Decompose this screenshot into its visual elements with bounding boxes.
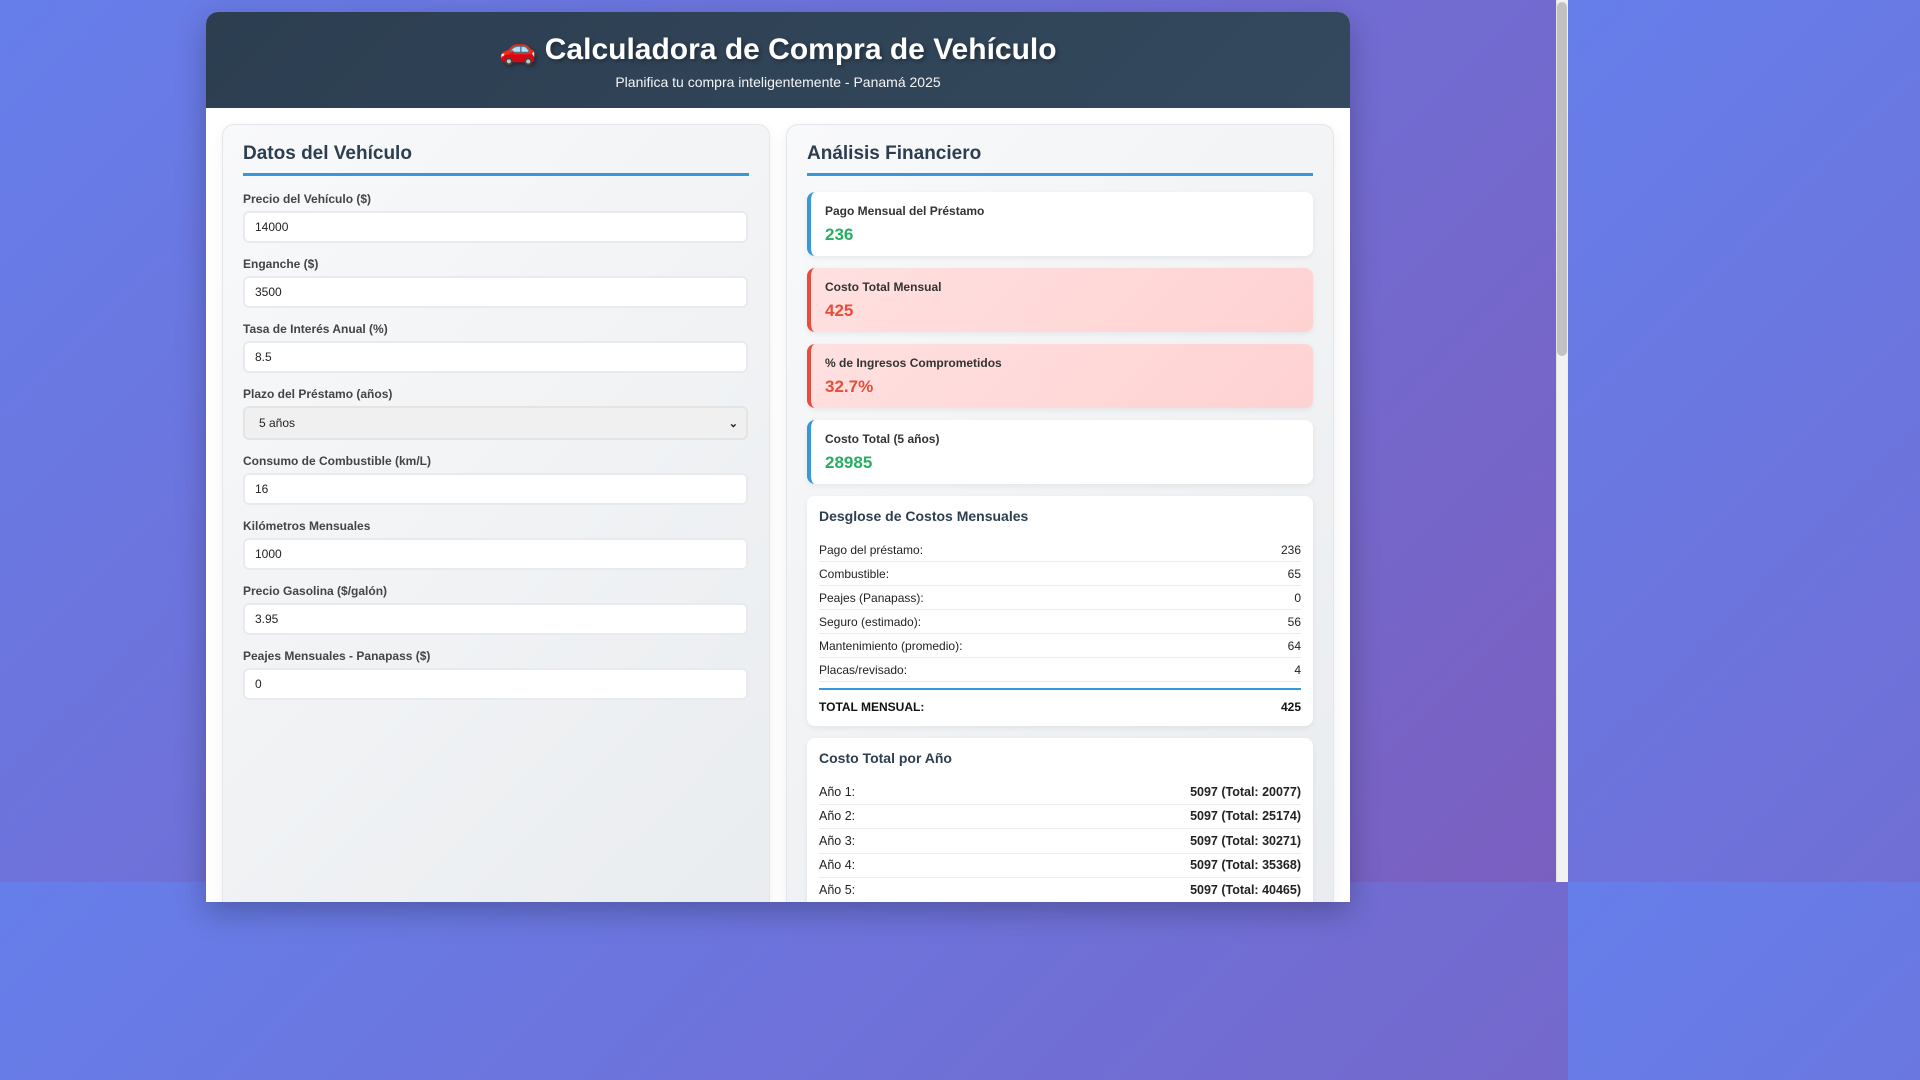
gas-price-input[interactable]	[243, 603, 748, 635]
monthly-km-input[interactable]	[243, 538, 748, 570]
breakdown-label: Peajes (Panapass):	[819, 590, 924, 605]
vehicle-panel-heading: Datos del Vehículo	[243, 143, 749, 176]
card-title: % de Ingresos Comprometidos	[825, 356, 1002, 370]
scrollbar-thumb[interactable]	[1557, 2, 1567, 356]
year-label: Año 4:	[819, 858, 856, 873]
yearly-row: Año 4: 5097 (Total: 35368)	[819, 854, 1301, 878]
year-label: Año 1:	[819, 784, 856, 799]
interest-rate-label: Tasa de Interés Anual (%)	[243, 322, 388, 336]
app-header: 🚗 Calculadora de Compra de Vehículo Plani…	[206, 12, 1350, 108]
total-value: 425	[1280, 700, 1301, 714]
card-value: 236	[825, 225, 854, 244]
field-interest-rate: Tasa de Interés Anual (%)	[243, 322, 749, 373]
total-label: TOTAL MENSUAL:	[819, 700, 925, 714]
total-monthly-cost-card: Costo Total Mensual 425	[807, 268, 1313, 332]
total-cost-card: Costo Total (5 años) 28985	[807, 420, 1313, 484]
breakdown-row: Seguro (estimado): 56	[819, 610, 1301, 634]
page-title: 🚗 Calculadora de Compra de Vehículo	[206, 32, 1350, 68]
year-value: 5097 (Total: 20077)	[1190, 784, 1301, 799]
interest-rate-input[interactable]	[243, 341, 748, 373]
card-value: 32.7%	[825, 377, 874, 396]
yearly-row: Año 1: 5097 (Total: 20077)	[819, 780, 1301, 805]
breakdown-value: 236	[1280, 542, 1301, 557]
breakdown-value: 56	[1287, 614, 1301, 629]
page-title-text: Calculadora de Compra de Vehículo	[544, 33, 1057, 66]
monthly-tolls-label: Peajes Mensuales - Panapass ($)	[243, 649, 431, 663]
year-value: 5097 (Total: 35368)	[1190, 858, 1301, 873]
breakdown-row: Pago del préstamo: 236	[819, 538, 1301, 562]
monthly-km-label: Kilómetros Mensuales	[243, 519, 371, 533]
fuel-consumption-input[interactable]	[243, 473, 748, 505]
year-label: Año 2:	[819, 809, 856, 824]
card-value: 425	[825, 301, 854, 320]
breakdown-row: Mantenimiento (promedio): 64	[819, 634, 1301, 658]
breakdown-label: Seguro (estimado):	[819, 614, 922, 629]
breakdown-total-row: TOTAL MENSUAL: 425	[819, 688, 1301, 714]
vehicle-data-panel: Datos del Vehículo Precio del Vehículo (…	[222, 124, 770, 902]
breakdown-heading: Desglose de Costos Mensuales	[819, 508, 1029, 524]
yearly-row: Año 2: 5097 (Total: 25174)	[819, 805, 1301, 829]
year-label: Año 3:	[819, 833, 856, 848]
monthly-tolls-input[interactable]	[243, 668, 748, 700]
vehicle-price-label: Precio del Vehículo ($)	[243, 192, 372, 206]
yearly-row: Año 5: 5097 (Total: 40465)	[819, 878, 1301, 902]
yearly-cost-box: Costo Total por Año Año 1: 5097 (Total: 2…	[807, 738, 1313, 902]
car-icon: 🚗	[499, 33, 537, 66]
field-fuel-consumption: Consumo de Combustible (km/L)	[243, 454, 749, 505]
breakdown-value: 0	[1294, 590, 1301, 605]
breakdown-row: Placas/revisado: 4	[819, 658, 1301, 682]
breakdown-row: Peajes (Panapass): 0	[819, 586, 1301, 610]
year-value: 5097 (Total: 25174)	[1190, 809, 1301, 824]
yearly-heading: Costo Total por Año	[819, 750, 952, 766]
fuel-consumption-label: Consumo de Combustible (km/L)	[243, 454, 432, 468]
year-value: 5097 (Total: 30271)	[1190, 833, 1301, 848]
field-monthly-km: Kilómetros Mensuales	[243, 519, 749, 570]
field-gas-price: Precio Gasolina ($/galón)	[243, 584, 749, 635]
card-title: Pago Mensual del Préstamo	[825, 204, 985, 218]
loan-term-select[interactable]: 5 años ⌄	[243, 406, 748, 440]
breakdown-label: Pago del préstamo:	[819, 542, 924, 557]
breakdown-value: 4	[1294, 662, 1301, 677]
field-down-payment: Enganche ($)	[243, 257, 749, 308]
breakdown-row: Combustible: 65	[819, 562, 1301, 586]
field-vehicle-price: Precio del Vehículo ($)	[243, 192, 749, 243]
income-percentage-card: % de Ingresos Comprometidos 32.7%	[807, 344, 1313, 408]
field-loan-term: Plazo del Préstamo (años) 5 años ⌄	[243, 387, 749, 440]
chevron-down-icon: ⌄	[728, 417, 738, 430]
monthly-breakdown-box: Desglose de Costos Mensuales Pago del pr…	[807, 496, 1313, 726]
breakdown-label: Placas/revisado:	[819, 662, 908, 677]
vehicle-price-input[interactable]	[243, 211, 748, 243]
down-payment-label: Enganche ($)	[243, 257, 319, 271]
page-subtitle: Planifica tu compra inteligentemente - P…	[615, 74, 941, 90]
financial-analysis-panel: Análisis Financiero Pago Mensual del Pré…	[786, 124, 1334, 902]
loan-term-selected-value: 5 años	[259, 416, 296, 430]
down-payment-input[interactable]	[243, 276, 748, 308]
main-content: Datos del Vehículo Precio del Vehículo (…	[206, 108, 1350, 902]
calculator-container: 🚗 Calculadora de Compra de Vehículo Plani…	[206, 12, 1350, 902]
breakdown-value: 65	[1287, 566, 1301, 581]
loan-term-label: Plazo del Préstamo (años)	[243, 387, 393, 401]
field-monthly-tolls: Peajes Mensuales - Panapass ($)	[243, 649, 749, 700]
breakdown-value: 64	[1287, 638, 1301, 653]
page-scrollbar[interactable]	[1556, 0, 1568, 882]
monthly-loan-payment-card: Pago Mensual del Préstamo 236	[807, 192, 1313, 256]
card-title: Costo Total (5 años)	[825, 432, 940, 446]
breakdown-label: Combustible:	[819, 566, 890, 581]
breakdown-label: Mantenimiento (promedio):	[819, 638, 963, 653]
year-label: Año 5:	[819, 882, 856, 897]
yearly-row: Año 3: 5097 (Total: 30271)	[819, 829, 1301, 854]
analysis-panel-heading: Análisis Financiero	[807, 143, 1313, 176]
card-title: Costo Total Mensual	[825, 280, 942, 294]
year-value: 5097 (Total: 40465)	[1190, 882, 1301, 897]
gas-price-label: Precio Gasolina ($/galón)	[243, 584, 388, 598]
card-value: 28985	[825, 453, 873, 472]
